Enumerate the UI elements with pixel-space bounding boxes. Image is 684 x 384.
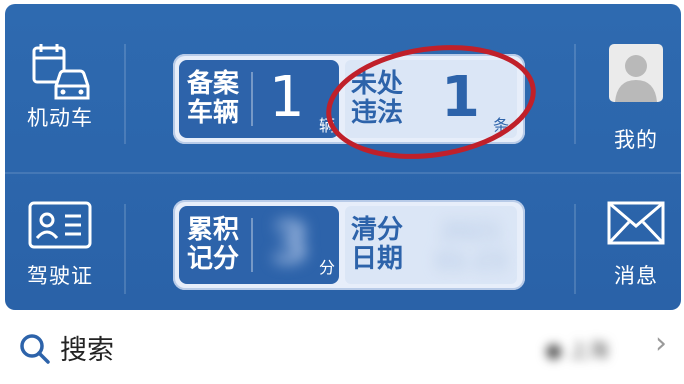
- clear-date-cell[interactable]: 清分 日期 2021 01-23: [345, 206, 517, 284]
- left-separator-bottom: [124, 204, 126, 294]
- points-cell[interactable]: 累积 记分 3 分: [179, 206, 339, 284]
- chevron-right-icon[interactable]: ›: [655, 326, 667, 361]
- registered-label-1: 备案: [187, 69, 240, 99]
- clear-label-1: 清分: [351, 215, 404, 245]
- highlight-ellipse: [326, 45, 536, 159]
- registered-divider: [251, 72, 253, 126]
- location-pin-icon: ●: [545, 338, 563, 362]
- services-panel: 机动车 驾驶证 我的 消息 备案 车辆 1 辆 未处 违法 1 条 累积 记分 …: [5, 4, 681, 310]
- vehicle-label: 机动车: [27, 106, 93, 130]
- avatar-icon: [609, 44, 663, 102]
- profile-entry[interactable]: 我的: [581, 44, 681, 154]
- vehicle-icon: [32, 44, 90, 100]
- right-separator-bottom: [574, 204, 576, 294]
- points-value: 3: [271, 211, 310, 276]
- license-summary-card[interactable]: 累积 记分 3 分 清分 日期 2021 01-23: [173, 200, 525, 290]
- registered-label-2: 车辆: [187, 98, 240, 128]
- vehicle-entry[interactable]: 机动车: [5, 42, 115, 132]
- clear-label-2: 日期: [351, 244, 404, 274]
- clear-date-year: 2021: [440, 217, 502, 245]
- license-label: 驾驶证: [27, 264, 93, 288]
- clear-date-day: 01-23: [436, 247, 506, 275]
- location-name: 上海: [568, 338, 609, 362]
- envelope-icon: [607, 201, 665, 245]
- license-entry[interactable]: 驾驶证: [5, 200, 115, 290]
- points-unit: 分: [319, 258, 336, 277]
- registered-vehicles-cell[interactable]: 备案 车辆 1 辆: [179, 60, 339, 138]
- points-label-1: 累积: [187, 215, 240, 245]
- points-label-2: 记分: [187, 244, 240, 274]
- location-text[interactable]: ● 上海: [545, 334, 609, 363]
- search-bar[interactable]: 搜索 ● 上海 ›: [0, 318, 684, 384]
- id-card-icon: [28, 201, 92, 249]
- search-label: 搜索: [60, 335, 114, 366]
- left-separator-top: [124, 44, 126, 144]
- points-divider: [251, 218, 253, 272]
- message-entry[interactable]: 消息: [581, 200, 681, 290]
- registered-count: 1: [269, 65, 305, 130]
- right-separator-top: [574, 44, 576, 144]
- search-icon: [20, 334, 50, 364]
- profile-label: 我的: [614, 128, 658, 152]
- panel-divider: [5, 172, 681, 174]
- message-label: 消息: [614, 264, 658, 288]
